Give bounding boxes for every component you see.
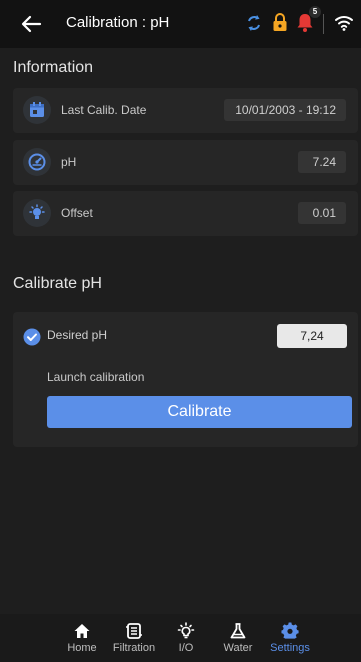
home-icon — [74, 624, 90, 638]
nav-filtration[interactable]: Filtration — [106, 622, 162, 662]
ph-label: pH — [61, 155, 77, 169]
info-row-offset: Offset 0.01 — [13, 191, 358, 236]
last-calib-label: Last Calib. Date — [61, 103, 147, 117]
check-circle-icon[interactable] — [23, 328, 41, 346]
bulb-icon — [23, 199, 51, 227]
nav-settings-label: Settings — [270, 642, 310, 654]
offset-value: 0.01 — [298, 202, 346, 224]
app-header: Calibration : pH 5 — [0, 0, 361, 48]
back-arrow-icon[interactable] — [20, 12, 42, 36]
desired-ph-input[interactable]: 7,24 — [277, 324, 347, 348]
offset-label: Offset — [61, 206, 93, 220]
gauge-icon — [23, 148, 51, 176]
header-divider — [323, 14, 324, 34]
calibrate-button[interactable]: Calibrate — [47, 396, 352, 428]
page-title: Calibration : pH — [66, 14, 170, 31]
calendar-icon — [23, 96, 51, 124]
calibrate-card: Desired pH 7,24 Launch calibration Calib… — [13, 312, 358, 447]
calibrate-heading: Calibrate pH — [13, 275, 102, 292]
bottom-navigation: Home Filtration I/O Water Settings — [0, 614, 361, 662]
wifi-icon[interactable] — [335, 14, 353, 32]
flask-icon — [230, 623, 246, 639]
nav-water[interactable]: Water — [210, 622, 266, 662]
nav-settings[interactable]: Settings — [262, 622, 318, 662]
information-heading: Information — [13, 59, 94, 76]
nav-home-label: Home — [67, 642, 97, 654]
last-calib-value: 10/01/2003 - 19:12 — [224, 99, 346, 121]
notification-badge: 5 — [309, 6, 321, 18]
info-row-last-calib: Last Calib. Date 10/01/2003 - 19:12 — [13, 88, 358, 133]
io-icon — [177, 622, 195, 639]
launch-calibration-label: Launch calibration — [47, 370, 145, 384]
nav-io[interactable]: I/O — [158, 622, 214, 662]
nav-io-label: I/O — [178, 642, 194, 654]
filtration-icon — [126, 623, 142, 639]
nav-water-label: Water — [223, 642, 253, 654]
gear-icon — [281, 622, 299, 639]
ph-value: 7.24 — [298, 151, 346, 173]
nav-home[interactable]: Home — [54, 622, 110, 662]
desired-ph-label: Desired pH — [47, 328, 108, 342]
lock-icon[interactable] — [272, 12, 288, 32]
nav-filtration-label: Filtration — [112, 642, 156, 654]
sync-icon[interactable] — [245, 13, 263, 33]
info-row-ph: pH 7.24 — [13, 140, 358, 185]
